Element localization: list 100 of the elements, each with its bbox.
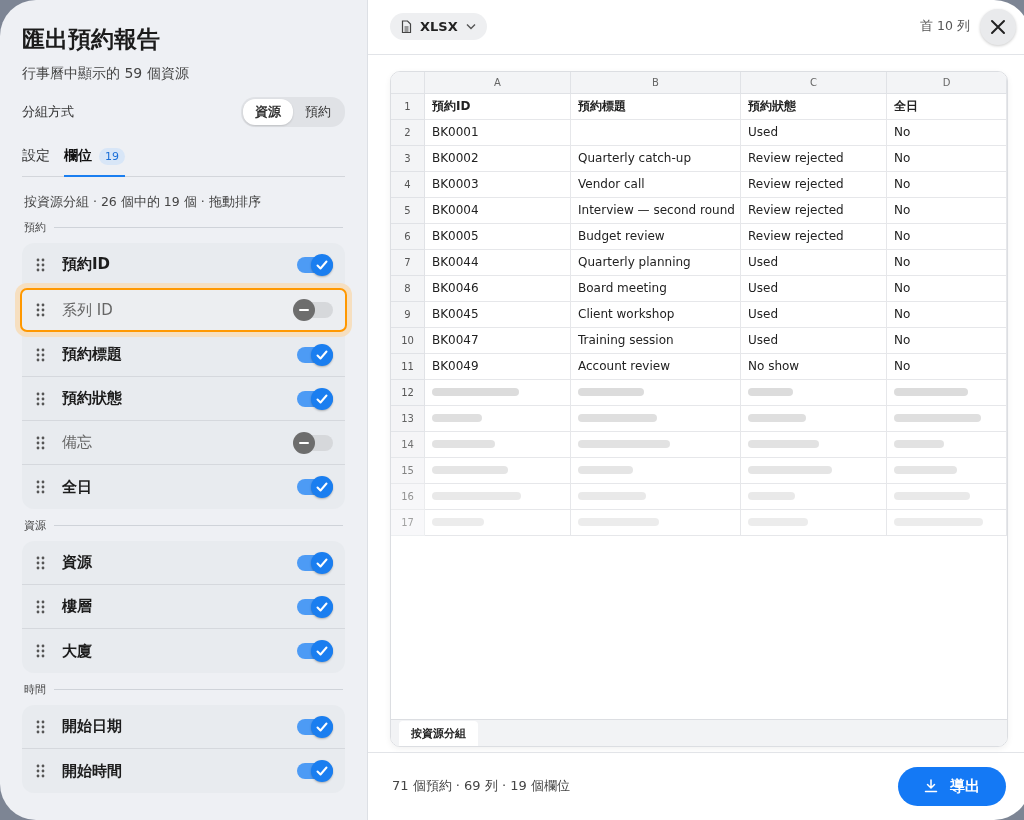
field-label: 預約標題 bbox=[62, 345, 123, 364]
check-icon bbox=[315, 599, 329, 614]
loading-placeholder bbox=[748, 440, 819, 449]
check-icon bbox=[315, 764, 329, 778]
drag-handle-icon bbox=[36, 257, 45, 272]
drag-handle-icon bbox=[36, 644, 45, 658]
field-row[interactable]: 開始日期 bbox=[22, 705, 345, 749]
segment-option[interactable]: 預約 bbox=[293, 99, 343, 125]
table-cell: 預約標題 bbox=[571, 93, 741, 120]
row-number: 15 bbox=[391, 457, 425, 484]
drag-handle-icon bbox=[36, 347, 45, 362]
check-icon bbox=[315, 719, 329, 734]
tab[interactable]: 設定 bbox=[22, 139, 50, 177]
tab[interactable]: 欄位 19 bbox=[64, 139, 125, 177]
field-label: 預約ID bbox=[62, 255, 112, 274]
check-icon bbox=[315, 555, 329, 570]
column-header: C bbox=[741, 71, 887, 94]
table-cell: Training session bbox=[571, 327, 741, 354]
panel-title: 匯出預約報告 bbox=[22, 25, 161, 54]
summary-text: 71 個預約 · 69 列 · 19 個欄位 bbox=[392, 777, 570, 796]
table-cell: Review rejected bbox=[741, 197, 887, 224]
table-cell: No bbox=[887, 301, 1007, 328]
format-dropdown[interactable]: XLSX bbox=[390, 13, 487, 41]
table-cell: No show bbox=[741, 353, 887, 380]
row-number: 10 bbox=[391, 327, 425, 354]
loading-placeholder bbox=[894, 440, 944, 449]
table-cell: BK0002 bbox=[425, 145, 571, 172]
table-cell: BK0047 bbox=[425, 327, 571, 354]
field-label: 備忘 bbox=[62, 433, 93, 452]
field-row[interactable]: 全日 bbox=[22, 465, 345, 509]
table-cell: Review rejected bbox=[741, 171, 887, 198]
row-number: 9 bbox=[391, 301, 425, 328]
table-cell: 預約狀態 bbox=[741, 93, 887, 120]
field-label: 預約狀態 bbox=[62, 389, 123, 408]
row-number: 11 bbox=[391, 353, 425, 380]
table-cell: Quarterly planning bbox=[571, 249, 741, 276]
table-cell: BK0046 bbox=[425, 275, 571, 302]
minus-icon bbox=[299, 441, 309, 444]
field-row[interactable]: 大廈 bbox=[22, 629, 345, 673]
table-cell: Review rejected bbox=[741, 145, 887, 172]
table-cell: BK0004 bbox=[425, 197, 571, 224]
field-label: 全日 bbox=[62, 477, 93, 497]
loading-placeholder bbox=[578, 466, 633, 475]
row-number: 2 bbox=[391, 119, 425, 146]
table-cell: No bbox=[887, 197, 1007, 224]
loading-placeholder bbox=[748, 414, 806, 423]
close-icon bbox=[990, 18, 1006, 35]
group-by-label: 分組方式 bbox=[22, 103, 74, 121]
sheet-tab[interactable]: 按資源分組 bbox=[399, 720, 478, 746]
table-cell: BK0044 bbox=[425, 249, 571, 276]
table-cell: Client workshop bbox=[571, 301, 741, 328]
table-cell: Used bbox=[741, 327, 887, 354]
field-label: 開始日期 bbox=[62, 717, 123, 736]
table-cell: Board meeting bbox=[571, 275, 741, 302]
row-number: 16 bbox=[391, 483, 425, 510]
field-row[interactable]: 備忘 bbox=[22, 421, 345, 465]
table-cell: No bbox=[887, 119, 1007, 146]
table-cell: Account review bbox=[571, 353, 741, 380]
table-cell: Used bbox=[741, 119, 887, 146]
count-badge: 19 bbox=[99, 147, 125, 165]
drag-handle-icon bbox=[36, 303, 45, 317]
check-icon bbox=[315, 480, 329, 494]
close-button[interactable] bbox=[980, 8, 1016, 45]
table-cell: BK0045 bbox=[425, 301, 571, 328]
section-title: 時間 bbox=[24, 682, 46, 697]
table-cell: No bbox=[887, 353, 1007, 380]
field-label: 大廈 bbox=[62, 641, 93, 661]
field-label: 樓層 bbox=[62, 597, 93, 616]
segment-option[interactable]: 資源 bbox=[243, 99, 293, 125]
toggle-switch[interactable] bbox=[293, 299, 333, 321]
export-button[interactable]: 導出 bbox=[898, 766, 1006, 806]
row-number: 8 bbox=[391, 275, 425, 302]
table-cell: 預約ID bbox=[425, 93, 571, 120]
drag-handle-icon bbox=[36, 719, 45, 734]
check-icon bbox=[315, 644, 329, 658]
field-row[interactable]: 樓層 bbox=[22, 585, 345, 629]
drag-handle-icon bbox=[36, 435, 45, 450]
table-cell: Vendor call bbox=[571, 171, 741, 198]
field-row[interactable]: 預約狀態 bbox=[22, 377, 345, 421]
row-number: 4 bbox=[391, 171, 425, 198]
check-icon bbox=[315, 347, 329, 362]
field-row[interactable]: 開始時間 bbox=[22, 749, 345, 793]
document-icon bbox=[401, 19, 412, 34]
row-number: 12 bbox=[391, 379, 425, 406]
drag-handle-icon bbox=[36, 391, 45, 406]
field-row[interactable]: 資源 bbox=[22, 541, 345, 585]
toggle-switch[interactable] bbox=[293, 431, 333, 454]
drag-handle-icon bbox=[36, 599, 45, 614]
table-cell: No bbox=[887, 171, 1007, 198]
column-header: D bbox=[887, 71, 1007, 94]
loading-placeholder bbox=[432, 414, 482, 423]
field-row[interactable]: 預約標題 bbox=[22, 333, 345, 377]
table-cell: Used bbox=[741, 301, 887, 328]
row-number: 5 bbox=[391, 197, 425, 224]
column-header: A bbox=[425, 71, 571, 94]
table-cell: No bbox=[887, 145, 1007, 172]
check-icon bbox=[315, 391, 329, 406]
field-label: 系列 ID bbox=[62, 300, 114, 320]
drag-handle-icon bbox=[36, 764, 45, 778]
caret-icon bbox=[465, 23, 476, 31]
